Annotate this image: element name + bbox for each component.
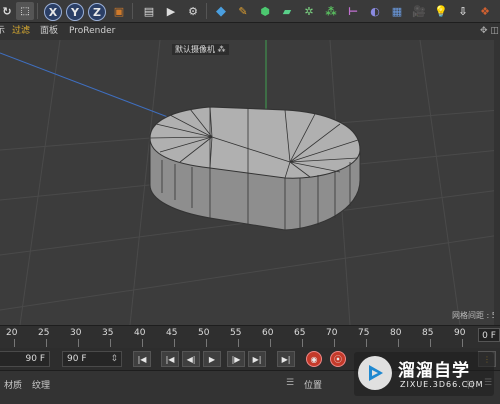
menu-lines-icon[interactable]: ☰ <box>286 378 294 388</box>
camera-label[interactable]: 默认摄像机 ⁂ <box>172 44 229 55</box>
render-settings-icon[interactable]: ⚙ <box>184 2 202 20</box>
download-icon[interactable]: ⇩ <box>454 2 472 20</box>
materials-tab[interactable]: 材质 <box>4 378 22 391</box>
timeline-ruler[interactable]: 20 25 30 35 40 45 50 55 60 65 70 75 80 85 90 0 F <box>0 325 500 348</box>
camera-dots-icon: ⁂ <box>217 45 226 54</box>
stepper-icon[interactable]: ⇕ <box>110 352 118 366</box>
timeline-tick <box>334 339 335 347</box>
timeline-tick-label: 60 <box>262 328 274 338</box>
camera-icon[interactable]: 🎥 <box>410 2 428 20</box>
record-active-objects-button[interactable]: ◉ <box>306 351 322 367</box>
timeline-tick-label: 65 <box>294 328 306 338</box>
live-select-icon[interactable]: ⬚ <box>16 2 34 20</box>
timeline-tick-label: 35 <box>102 328 114 338</box>
watermark-title: 溜溜自学 <box>398 361 470 381</box>
mograph-icon[interactable]: ✲ <box>300 2 318 20</box>
timeline-tick <box>430 339 431 347</box>
coordinate-system-icon[interactable]: ▣ <box>110 2 128 20</box>
undo-icon[interactable]: ↻ <box>0 2 16 20</box>
timeline-tick <box>398 339 399 347</box>
timeline-tick-label: 30 <box>70 328 82 338</box>
viewport-3d[interactable]: 默认摄像机 ⁂ 网格间距 : 5 <box>0 40 500 325</box>
timeline-tick <box>206 339 207 347</box>
timeline-tick <box>270 339 271 347</box>
timeline-end-field[interactable]: 0 F <box>478 328 500 342</box>
timeline-tick <box>78 339 79 347</box>
timeline-tick-label: 45 <box>166 328 178 338</box>
timeline-tick-label: 90 <box>454 328 466 338</box>
toolbar-separator <box>206 3 207 19</box>
main-toolbar: ↻ ⬚ X Y Z ▣ ▤ ▶ ⚙ ◆ ✎ ⬢ ▰ ✲ ⁂ ⊢ ◐ ▦ 🎥 💡 … <box>0 0 500 23</box>
go-to-start-button[interactable]: |◀ <box>133 351 151 367</box>
deformer-icon[interactable]: ⁂ <box>322 2 340 20</box>
next-frame-button[interactable]: |▶ <box>227 351 245 367</box>
timeline-tick-label: 25 <box>38 328 50 338</box>
timeline-tick-label: 70 <box>326 328 338 338</box>
watermark: 溜溜自学 ZIXUE.3D66.COM <box>354 352 494 396</box>
timeline-tick-label: 80 <box>390 328 402 338</box>
watermark-logo-icon <box>358 356 392 390</box>
pen-icon[interactable]: ✎ <box>234 2 252 20</box>
timeline-tick <box>174 339 175 347</box>
grid-distance-label: 网格间距 : 5 <box>452 311 497 320</box>
axis-x-button[interactable]: X <box>44 3 62 21</box>
toolbar-separator <box>132 3 133 19</box>
watermark-subtitle: ZIXUE.3D66.COM <box>400 380 484 389</box>
timeline-tick-label: 20 <box>6 328 18 338</box>
scene-icon[interactable]: ◐ <box>366 2 384 20</box>
menu-prorender[interactable]: ProRender <box>69 23 115 40</box>
subdivision-icon[interactable]: ⬢ <box>256 2 274 20</box>
timeline-tick <box>302 339 303 347</box>
timeline-tick-label: 85 <box>422 328 434 338</box>
end-frame-field[interactable]: 90 F ⇕ <box>62 351 122 367</box>
timeline-tick <box>238 339 239 347</box>
timeline-tick-label: 55 <box>230 328 242 338</box>
previous-key-button[interactable]: |◀ <box>161 351 179 367</box>
menu-display-partial[interactable]: 示 <box>0 23 5 40</box>
previous-frame-button[interactable]: ◀| <box>182 351 200 367</box>
menu-filter[interactable]: 过滤 <box>12 23 30 40</box>
light-icon[interactable]: 💡 <box>432 2 450 20</box>
timeline-tick <box>366 339 367 347</box>
material-icon[interactable]: ❖ <box>476 2 494 20</box>
timeline-tick-label: 75 <box>358 328 370 338</box>
timeline-tick <box>46 339 47 347</box>
menu-panel[interactable]: 面板 <box>40 23 58 40</box>
viewport-canvas <box>0 40 500 325</box>
render-view-icon[interactable]: ▤ <box>140 2 158 20</box>
floor-icon[interactable]: ▦ <box>388 2 406 20</box>
position-header: 位置 <box>304 381 323 391</box>
timeline-tick <box>110 339 111 347</box>
render-picture-viewer-icon[interactable]: ▶ <box>162 2 180 20</box>
capsule-mesh[interactable] <box>149 106 361 231</box>
viewport-nav-icons[interactable]: ✥ ◫ <box>480 23 499 40</box>
environment-icon[interactable]: ⊢ <box>344 2 362 20</box>
next-key-button[interactable]: ▶| <box>248 351 266 367</box>
play-button[interactable]: ▶ <box>203 351 221 367</box>
texture-tab[interactable]: 纹理 <box>32 378 50 391</box>
timeline-tick <box>142 339 143 347</box>
go-to-end-button[interactable]: ▶| <box>277 351 295 367</box>
timeline-tick <box>462 339 463 347</box>
timeline-tick-label: 40 <box>134 328 146 338</box>
cube-icon[interactable]: ◆ <box>212 2 230 20</box>
viewport-menu-bar: 示 过滤 面板 ProRender ✥ ◫ <box>0 23 500 40</box>
extrude-icon[interactable]: ▰ <box>278 2 296 20</box>
timeline-tick-label: 50 <box>198 328 210 338</box>
axis-y-button[interactable]: Y <box>66 3 84 21</box>
timeline-tick <box>14 339 15 347</box>
autokeying-button[interactable]: ⦿ <box>330 351 346 367</box>
toolbar-separator <box>37 3 38 19</box>
axis-z-button[interactable]: Z <box>88 3 106 21</box>
current-frame-field[interactable]: 90 F <box>0 351 50 367</box>
viewport-edge-panel <box>494 40 500 325</box>
